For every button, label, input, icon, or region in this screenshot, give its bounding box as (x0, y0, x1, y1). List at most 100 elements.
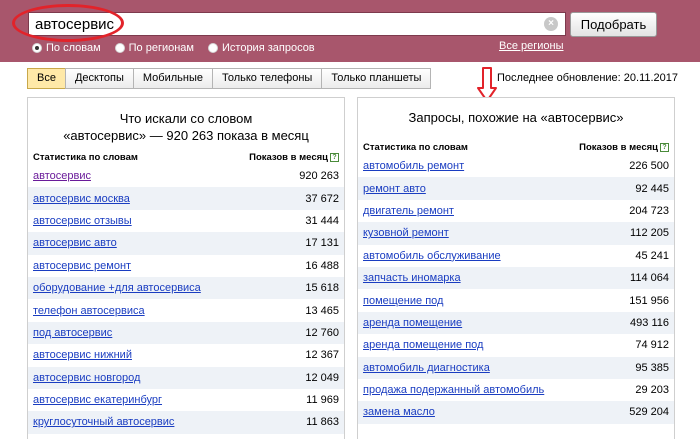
impressions-count: 95 385 (635, 361, 669, 374)
keyword-link[interactable]: автосервис отзывы (33, 215, 132, 227)
table-row: автосервис ремонт 16 488 (28, 255, 344, 277)
similar-list: автомобиль ремонт 226 500 ремонт авто 92 44… (358, 155, 674, 424)
impressions-count: 92 445 (635, 182, 669, 195)
tab-desktops[interactable]: Десктопы (64, 68, 134, 89)
table-row: оборудование +для автосервиса 15 618 (28, 276, 344, 300)
keyword-link[interactable]: автосервис ремонт (33, 260, 131, 272)
all-regions-link[interactable]: Все регионы (499, 40, 564, 52)
keyword-link[interactable]: автосервис москва (33, 193, 130, 205)
keyword-link[interactable]: автосервис нижний (33, 349, 132, 361)
table-row: под автосервис 12 760 (28, 321, 344, 345)
impressions-count: 204 723 (629, 204, 669, 217)
tab-all[interactable]: Все (27, 68, 66, 89)
table-row: автосервис екатеринбург 11 969 (28, 389, 344, 411)
mode-label: По регионам (128, 42, 194, 54)
search-box[interactable]: × (28, 12, 566, 36)
impressions-count: 74 912 (635, 339, 669, 352)
title-line: «автосервис» — 920 263 показа в месяц (63, 128, 309, 143)
help-icon[interactable]: ? (330, 152, 339, 162)
impressions-count: 11 863 (306, 416, 339, 429)
clear-icon[interactable]: × (544, 17, 558, 31)
impressions-count: 13 465 (305, 304, 339, 317)
table-row: ремонт авто 92 445 (358, 177, 674, 200)
keyword-link[interactable]: круглосуточный автосервис (33, 416, 174, 428)
keyword-link[interactable]: автосервис (33, 170, 91, 182)
tab-mobile[interactable]: Мобильные (132, 68, 213, 89)
column-count-label: Показов в месяц (579, 142, 658, 153)
column-header: Статистика по словам Показов в месяц? (358, 140, 674, 155)
table-row: автомобиль диагностика 95 385 (358, 356, 674, 379)
impressions-count: 493 116 (630, 316, 669, 329)
keyword-link[interactable]: кузовной ремонт (363, 227, 449, 239)
impressions-count: 226 500 (629, 160, 669, 173)
submit-button[interactable]: Подобрать (570, 12, 657, 37)
radio-icon[interactable] (208, 43, 218, 53)
table-row: кузовной ремонт 112 205 (358, 222, 674, 245)
words-panel: Что искали со словом «автосервис» — 920 … (27, 97, 345, 439)
radio-icon[interactable] (32, 43, 42, 53)
keyword-link[interactable]: помещение под (363, 295, 443, 307)
impressions-count: 112 205 (630, 227, 669, 240)
table-row: автомобиль ремонт 226 500 (358, 155, 674, 177)
impressions-count: 529 204 (629, 406, 669, 419)
keyword-link[interactable]: автомобиль ремонт (363, 160, 464, 172)
impressions-count: 29 203 (635, 384, 669, 397)
table-row: замена масло 529 204 (358, 401, 674, 424)
keyword-link[interactable]: двигатель ремонт (363, 205, 454, 217)
keyword-link[interactable]: аренда помещение под (363, 339, 483, 351)
table-row: продажа подержанный автомобиль 29 203 (358, 379, 674, 401)
panel-title: Что искали со словом «автосервис» — 920 … (28, 110, 344, 144)
keyword-link[interactable]: автосервис новгород (33, 372, 140, 384)
radio-icon[interactable] (114, 43, 125, 53)
table-row: автосервис новгород 12 049 (28, 366, 344, 389)
panel-title: Запросы, похожие на «автосервис» (408, 110, 624, 125)
keyword-link[interactable]: автомобиль обслуживание (363, 250, 501, 262)
table-row: автомобиль обслуживание 45 241 (358, 245, 674, 267)
keyword-link[interactable]: замена масло (363, 406, 435, 418)
keyword-link[interactable]: ремонт авто (363, 183, 426, 195)
impressions-count: 920 263 (299, 170, 339, 183)
mode-by-regions[interactable]: По регионам (114, 42, 194, 54)
impressions-count: 151 956 (629, 294, 669, 307)
impressions-count: 114 064 (630, 272, 669, 285)
words-list: автосервис 920 263 автосервис москва 37 672… (28, 165, 344, 434)
impressions-count: 15 618 (305, 282, 339, 295)
table-row: аренда помещение под 74 912 (358, 334, 674, 356)
tab-phones-only[interactable]: Только телефоны (211, 68, 323, 89)
column-count: Показов в месяц? (249, 152, 339, 163)
keyword-link[interactable]: автосервис авто (33, 237, 117, 249)
table-row: автосервис нижний 12 367 (28, 344, 344, 366)
mode-by-words[interactable]: По словам (32, 42, 101, 54)
keyword-link[interactable]: автосервис екатеринбург (33, 394, 162, 406)
table-row: телефон автосервиса 13 465 (28, 299, 344, 321)
search-header: × Подобрать По словам По регионам Истори… (0, 0, 700, 62)
column-count: Показов в месяц? (579, 142, 669, 153)
search-input[interactable] (29, 13, 539, 35)
title-line: Что искали со словом (119, 111, 253, 126)
keyword-link[interactable]: автомобиль диагностика (363, 362, 490, 374)
table-row: автосервис авто 17 131 (28, 232, 344, 255)
table-row: двигатель ремонт 204 723 (358, 200, 674, 222)
table-row: автосервис отзывы 31 444 (28, 210, 344, 232)
impressions-count: 11 969 (306, 394, 339, 407)
impressions-count: 12 760 (305, 326, 339, 339)
device-tabs: Все Десктопы Мобильные Только телефоны Т… (27, 68, 432, 89)
similar-panel: Запросы, похожие на «автосервис» Статист… (357, 97, 675, 439)
impressions-count: 12 049 (305, 371, 339, 384)
mode-history[interactable]: История запросов (208, 42, 315, 54)
tab-tablets-only[interactable]: Только планшеты (321, 68, 432, 89)
keyword-link[interactable]: аренда помещение (363, 317, 462, 329)
column-keyword: Статистика по словам (33, 152, 138, 163)
keyword-link[interactable]: телефон автосервиса (33, 305, 145, 317)
keyword-link[interactable]: оборудование +для автосервиса (33, 282, 201, 294)
impressions-count: 12 367 (305, 349, 339, 362)
column-header: Статистика по словам Показов в месяц? (28, 150, 344, 165)
keyword-link[interactable]: продажа подержанный автомобиль (363, 384, 544, 396)
keyword-link[interactable]: под автосервис (33, 327, 112, 339)
help-icon[interactable]: ? (660, 142, 669, 152)
impressions-count: 16 488 (305, 259, 339, 272)
keyword-link[interactable]: запчасть иномарка (363, 272, 461, 284)
impressions-count: 37 672 (305, 192, 339, 205)
table-row: помещение под 151 956 (358, 289, 674, 311)
table-row: аренда помещение 493 116 (358, 311, 674, 335)
